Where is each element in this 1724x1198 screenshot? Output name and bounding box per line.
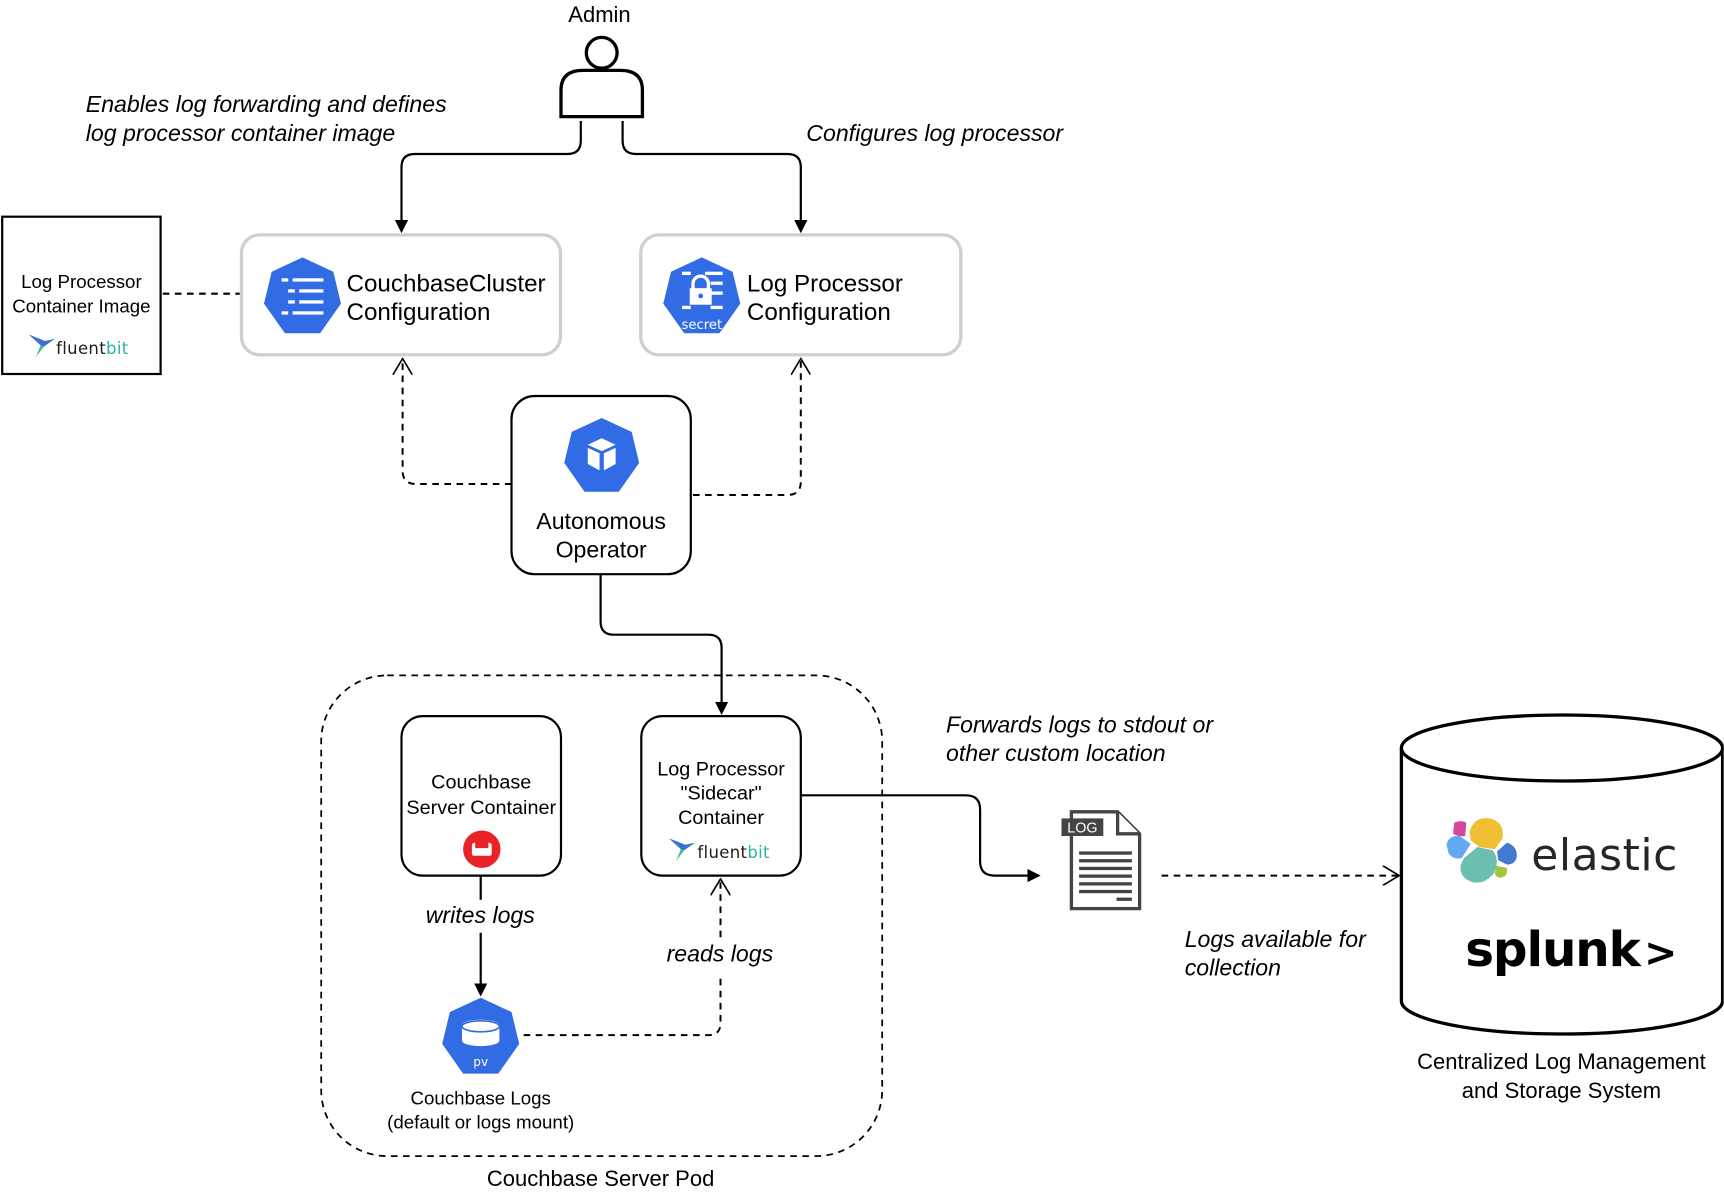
enables-annotation-line1: Enables log forwarding and defines bbox=[85, 92, 447, 118]
cluster-config-title-line1: CouchbaseCluster bbox=[346, 269, 546, 298]
hummingbird-icon bbox=[28, 334, 55, 357]
admin-label: Admin bbox=[568, 3, 631, 28]
storage-label-line1: Centralized Log Management bbox=[1417, 1050, 1706, 1075]
server-container-label-line2: Server Container bbox=[406, 795, 557, 818]
available-annotation-line2: collection bbox=[1184, 955, 1282, 982]
fluentbit-logo-fluent: fluent bbox=[697, 842, 748, 863]
k8s-pv-icon[interactable]: pv bbox=[440, 997, 521, 1076]
secret-icon-label: secret bbox=[681, 318, 722, 333]
pv-icon-label: pv bbox=[473, 1055, 488, 1069]
server-container-label-line1: Couchbase bbox=[431, 771, 532, 794]
couchbase-server-container-box[interactable]: Couchbase Server Container bbox=[400, 715, 563, 877]
logproc-config-title-line2: Configuration bbox=[746, 298, 891, 326]
splunk-logo: splunk > bbox=[1465, 922, 1677, 978]
container-image-box[interactable]: Log Processor Container Image fluentbit bbox=[1, 215, 162, 376]
logproc-config-title-line1: Log Processor bbox=[746, 269, 903, 298]
configures-annotation: Configures log processor bbox=[806, 121, 1064, 147]
operator-to-cluster-config-arrow bbox=[403, 359, 512, 485]
sidecar-label-line1: Log Processor bbox=[657, 757, 785, 780]
reads-logs-arrow-bottom bbox=[523, 974, 722, 1037]
enables-annotation-line2: log processor container image bbox=[85, 121, 396, 147]
volume-label-line2: (default or logs mount) bbox=[387, 1112, 575, 1134]
elastic-cluster-icon bbox=[1446, 818, 1517, 883]
storage-label-line2: and Storage System bbox=[1461, 1079, 1662, 1104]
admin-user-icon bbox=[559, 35, 645, 119]
sidecar-label-line2: "Sidecar" bbox=[680, 782, 762, 805]
fluentbit-logo: fluentbit bbox=[28, 332, 129, 359]
log-processor-config-box[interactable]: secret Log Processor Configuration bbox=[639, 233, 963, 357]
sidecar-to-logfile-arrow bbox=[801, 794, 1041, 883]
operator-to-logproc-config-arrow bbox=[693, 359, 801, 496]
container-image-label-line2: Container Image bbox=[12, 296, 151, 317]
fluentbit-logo-fluent: fluent bbox=[56, 338, 107, 359]
architecture-diagram: Admin Enables log forwarding and defines… bbox=[0, 0, 1724, 1198]
forwards-annotation-line1: Forwards logs to stdout or bbox=[946, 712, 1214, 739]
elastic-logo: elastic bbox=[1443, 816, 1678, 895]
forwards-annotation-line2: other custom location bbox=[946, 741, 1166, 767]
splunk-logo-text: splunk bbox=[1465, 921, 1641, 978]
k8s-crd-icon bbox=[264, 257, 341, 334]
couchbase-cluster-config-box[interactable]: CouchbaseCluster Configuration bbox=[239, 233, 563, 357]
operator-label-line1: Autonomous bbox=[536, 509, 666, 535]
k8s-secret-icon: secret bbox=[663, 257, 741, 334]
fluentbit-logo-bit: bit bbox=[106, 338, 129, 359]
writes-logs-label: writes logs bbox=[425, 902, 535, 931]
cluster-config-title-line2: Configuration bbox=[346, 298, 491, 326]
admin-to-cluster-config-arrow bbox=[394, 121, 582, 234]
k8s-pod-icon bbox=[564, 417, 640, 492]
sidecar-fluentbit-logo: fluentbit bbox=[667, 836, 770, 862]
connectors-layer bbox=[162, 121, 1724, 1157]
hummingbird-icon bbox=[668, 838, 696, 861]
log-file-icon[interactable]: LOG bbox=[1058, 810, 1146, 913]
pod-label: Couchbase Server Pod bbox=[486, 1167, 715, 1192]
container-image-label-line1: Log Processor bbox=[21, 271, 142, 293]
admin-to-logproc-config-arrow bbox=[621, 121, 808, 234]
autonomous-operator-box[interactable]: Autonomous Operator bbox=[510, 394, 692, 576]
volume-label-line1: Couchbase Logs bbox=[410, 1087, 551, 1109]
log-processor-sidecar-box[interactable]: Log Processor "Sidecar" Container fluent… bbox=[640, 715, 802, 877]
couchbase-logo-icon bbox=[463, 830, 501, 868]
available-annotation-line1: Logs available for bbox=[1184, 927, 1366, 953]
operator-to-sidecar-arrow bbox=[599, 574, 729, 716]
fluentbit-logo-bit: bit bbox=[747, 842, 770, 863]
operator-label-line2: Operator bbox=[555, 537, 647, 563]
reads-logs-label: reads logs bbox=[666, 940, 774, 970]
elastic-logo-text: elastic bbox=[1531, 830, 1678, 882]
log-badge: LOG bbox=[1067, 821, 1097, 837]
sidecar-label-line3: Container bbox=[678, 806, 764, 829]
splunk-logo-chevron: > bbox=[1644, 930, 1678, 976]
